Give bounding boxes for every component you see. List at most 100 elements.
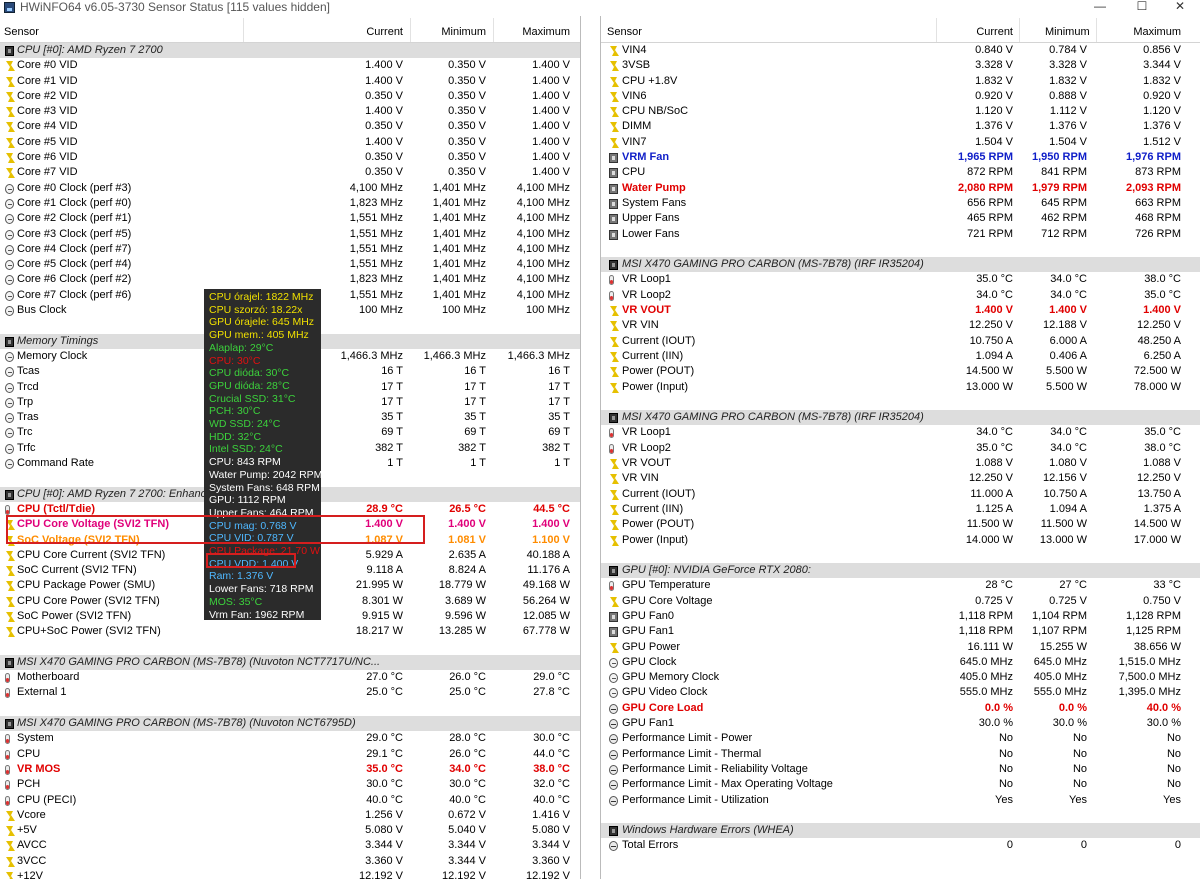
sensor-row-cpu[interactable]: CPU 29.1 °C 26.0 °C 44.0 °C bbox=[0, 747, 580, 762]
sensor-row-core-0-vid[interactable]: Core #0 VID 1.400 V 0.350 V 1.400 V bbox=[0, 58, 580, 73]
sensor-row-system[interactable]: System 29.0 °C 28.0 °C 30.0 °C bbox=[0, 731, 580, 746]
bolt-icon bbox=[5, 168, 15, 179]
sensor-row-vr-loop1[interactable]: VR Loop1 34.0 °C 34.0 °C 35.0 °C bbox=[601, 425, 1200, 440]
sensor-row-avcc[interactable]: AVCC 3.344 V 3.344 V 3.344 V bbox=[0, 838, 580, 853]
pane-splitter[interactable] bbox=[580, 16, 601, 879]
sensor-row-core-4-clock-perf-7[interactable]: Core #4 Clock (perf #7) 1,551 MHz 1,401 MH… bbox=[0, 242, 580, 257]
sensor-row-system-fans[interactable]: System Fans 656 RPM 645 RPM 663 RPM bbox=[601, 196, 1200, 211]
column-header-maximum[interactable]: Maximum bbox=[510, 26, 570, 38]
sensor-row-core-6-clock-perf-2[interactable]: Core #6 Clock (perf #2) 1,823 MHz 1,401 MH… bbox=[0, 272, 580, 287]
sensor-group-label: CPU [#0]: AMD Ryzen 7 2700 bbox=[17, 44, 163, 56]
column-header-current[interactable]: Current bbox=[971, 26, 1013, 38]
sensor-row-performance-limit-reliability-voltage[interactable]: Performance Limit - Reliability Voltage N… bbox=[601, 762, 1200, 777]
sensor-row-gpu-fan0[interactable]: GPU Fan0 1,118 RPM 1,104 RPM 1,128 RPM bbox=[601, 609, 1200, 624]
sensor-row-core-3-clock-perf-5[interactable]: Core #3 Clock (perf #5) 1,551 MHz 1,401 MH… bbox=[0, 227, 580, 242]
sensor-row-gpu-temperature[interactable]: GPU Temperature 28 °C 27 °C 33 °C bbox=[601, 578, 1200, 593]
minimum-value: No bbox=[1072, 762, 1087, 775]
sensor-row-current-iout[interactable]: Current (IOUT) 11.000 A 10.750 A 13.750 A bbox=[601, 487, 1200, 502]
sensor-group-header[interactable]: MSI X470 GAMING PRO CARBON (MS-7B78) (Nu… bbox=[0, 716, 580, 732]
sensor-row-cpu-1-8v[interactable]: CPU +1.8V 1.832 V 1.832 V 1.832 V bbox=[601, 74, 1200, 89]
sensor-row-vr-loop2[interactable]: VR Loop2 34.0 °C 34.0 °C 35.0 °C bbox=[601, 288, 1200, 303]
sensor-group-header[interactable]: CPU [#0]: AMD Ryzen 7 2700 bbox=[0, 43, 580, 59]
sensor-row-cpu-nb-soc[interactable]: CPU NB/SoC 1.120 V 1.112 V 1.120 V bbox=[601, 104, 1200, 119]
sensor-row-vrm-fan[interactable]: VRM Fan 1,965 RPM 1,950 RPM 1,976 RPM bbox=[601, 150, 1200, 165]
sensor-row-current-iout[interactable]: Current (IOUT) 10.750 A 6.000 A 48.250 A bbox=[601, 334, 1200, 349]
sensor-row-core-4-vid[interactable]: Core #4 VID 0.350 V 0.350 V 1.400 V bbox=[0, 119, 580, 134]
sensor-row-current-iin[interactable]: Current (IIN) 1.094 A 0.406 A 6.250 A bbox=[601, 349, 1200, 364]
sensor-group-header[interactable]: Windows Hardware Errors (WHEA) bbox=[601, 823, 1200, 839]
column-header-minimum[interactable]: Minimum bbox=[430, 26, 486, 38]
sensor-group-header[interactable]: MSI X470 GAMING PRO CARBON (MS-7B78) (IR… bbox=[601, 257, 1200, 273]
sensor-row-core-6-vid[interactable]: Core #6 VID 0.350 V 0.350 V 1.400 V bbox=[0, 150, 580, 165]
sensor-row-cpu-soc-power-svi2-tfn[interactable]: CPU+SoC Power (SVI2 TFN) 18.217 W 13.285 W… bbox=[0, 624, 580, 639]
sensor-row-vr-vin[interactable]: VR VIN 12.250 V 12.156 V 12.250 V bbox=[601, 471, 1200, 486]
sensor-row-vr-vout[interactable]: VR VOUT 1.088 V 1.080 V 1.088 V bbox=[601, 456, 1200, 471]
sensor-row-vin4[interactable]: VIN4 0.840 V 0.784 V 0.856 V bbox=[601, 43, 1200, 58]
sensor-row-vcore[interactable]: Vcore 1.256 V 0.672 V 1.416 V bbox=[0, 808, 580, 823]
sensor-group-header[interactable]: GPU [#0]: NVIDIA GeForce RTX 2080: bbox=[601, 563, 1200, 579]
sensor-row-vr-mos[interactable]: VR MOS 35.0 °C 34.0 °C 38.0 °C bbox=[0, 762, 580, 777]
sensor-row-gpu-core-load[interactable]: GPU Core Load 0.0 % 0.0 % 40.0 % bbox=[601, 701, 1200, 716]
sensor-row-total-errors[interactable]: Total Errors 0 0 0 bbox=[601, 838, 1200, 853]
sensor-row-3vcc[interactable]: 3VCC 3.360 V 3.344 V 3.360 V bbox=[0, 854, 580, 869]
sensor-row-core-1-vid[interactable]: Core #1 VID 1.400 V 0.350 V 1.400 V bbox=[0, 74, 580, 89]
sensor-row-3vsb[interactable]: 3VSB 3.328 V 3.328 V 3.344 V bbox=[601, 58, 1200, 73]
sensor-row-vin7[interactable]: VIN7 1.504 V 1.504 V 1.512 V bbox=[601, 135, 1200, 150]
sensor-row-gpu-fan1[interactable]: GPU Fan1 1,118 RPM 1,107 RPM 1,125 RPM bbox=[601, 624, 1200, 639]
sensor-label: Current (IIN) bbox=[622, 502, 684, 515]
sensor-row-performance-limit-thermal[interactable]: Performance Limit - Thermal No No No bbox=[601, 747, 1200, 762]
sensor-row-core-2-vid[interactable]: Core #2 VID 0.350 V 0.350 V 1.400 V bbox=[0, 89, 580, 104]
sensor-row-dimm[interactable]: DIMM 1.376 V 1.376 V 1.376 V bbox=[601, 119, 1200, 134]
clock-icon bbox=[5, 428, 14, 439]
sensor-pane-right[interactable]: Sensor Current Minimum Maximum VIN4 0.840… bbox=[601, 16, 1200, 879]
sensor-row-core-0-clock-perf-3[interactable]: Core #0 Clock (perf #3) 4,100 MHz 1,401 MH… bbox=[0, 181, 580, 196]
sensor-row-vin6[interactable]: VIN6 0.920 V 0.888 V 0.920 V bbox=[601, 89, 1200, 104]
column-header-sensor[interactable]: Sensor bbox=[4, 26, 39, 38]
sensor-row-performance-limit-max-operating-voltage[interactable]: Performance Limit - Max Operating Voltag… bbox=[601, 777, 1200, 792]
sensor-row-cpu-peci[interactable]: CPU (PECI) 40.0 °C 40.0 °C 40.0 °C bbox=[0, 793, 580, 808]
sensor-row-vr-vout[interactable]: VR VOUT 1.400 V 1.400 V 1.400 V bbox=[601, 303, 1200, 318]
sensor-row-performance-limit-utilization[interactable]: Performance Limit - Utilization Yes Yes Yes bbox=[601, 793, 1200, 808]
sensor-row-power-input[interactable]: Power (Input) 13.000 W 5.500 W 78.000 W bbox=[601, 380, 1200, 395]
sensor-row-core-2-clock-perf-1[interactable]: Core #2 Clock (perf #1) 1,551 MHz 1,401 MH… bbox=[0, 211, 580, 226]
close-button[interactable]: ✕ bbox=[1160, 0, 1200, 15]
sensor-row-water-pump[interactable]: Water Pump 2,080 RPM 1,979 RPM 2,093 RPM bbox=[601, 181, 1200, 196]
minimum-value: 27 °C bbox=[1059, 579, 1087, 592]
sensor-row-external-1[interactable]: External 1 25.0 °C 25.0 °C 27.8 °C bbox=[0, 685, 580, 700]
column-header-sensor[interactable]: Sensor bbox=[607, 26, 642, 38]
column-header-current[interactable]: Current bbox=[345, 26, 403, 38]
minimize-button[interactable]: — bbox=[1080, 0, 1120, 15]
sensor-row-motherboard[interactable]: Motherboard 27.0 °C 26.0 °C 29.0 °C bbox=[0, 670, 580, 685]
sensor-row-gpu-video-clock[interactable]: GPU Video Clock 555.0 MHz 555.0 MHz 1,395.0… bbox=[601, 685, 1200, 700]
sensor-row-upper-fans[interactable]: Upper Fans 465 RPM 462 RPM 468 RPM bbox=[601, 211, 1200, 226]
sensor-row-cpu[interactable]: CPU 872 RPM 841 RPM 873 RPM bbox=[601, 165, 1200, 180]
column-header-minimum[interactable]: Minimum bbox=[1045, 26, 1090, 38]
sensor-row-12v[interactable]: +12V 12.192 V 12.192 V 12.192 V bbox=[0, 869, 580, 879]
column-header-maximum[interactable]: Maximum bbox=[1131, 26, 1181, 38]
sensor-row-core-5-vid[interactable]: Core #5 VID 1.400 V 0.350 V 1.400 V bbox=[0, 135, 580, 150]
sensor-row-pch[interactable]: PCH 30.0 °C 30.0 °C 32.0 °C bbox=[0, 777, 580, 792]
chip-icon bbox=[609, 566, 618, 577]
sensor-row-gpu-fan1[interactable]: GPU Fan1 30.0 % 30.0 % 30.0 % bbox=[601, 716, 1200, 731]
sensor-row-core-1-clock-perf-0[interactable]: Core #1 Clock (perf #0) 1,823 MHz 1,401 MH… bbox=[0, 196, 580, 211]
sensor-row-current-iin[interactable]: Current (IIN) 1.125 A 1.094 A 1.375 A bbox=[601, 502, 1200, 517]
sensor-group-header[interactable]: MSI X470 GAMING PRO CARBON (MS-7B78) (Nu… bbox=[0, 654, 580, 671]
sensor-group-header[interactable]: MSI X470 GAMING PRO CARBON (MS-7B78) (IR… bbox=[601, 410, 1200, 426]
sensor-row-core-3-vid[interactable]: Core #3 VID 1.400 V 0.350 V 1.400 V bbox=[0, 104, 580, 119]
sensor-row-power-pout[interactable]: Power (POUT) 11.500 W 11.500 W 14.500 W bbox=[601, 517, 1200, 532]
sensor-row-gpu-core-voltage[interactable]: GPU Core Voltage 0.725 V 0.725 V 0.750 V bbox=[601, 594, 1200, 609]
maximize-button[interactable]: ☐ bbox=[1122, 0, 1162, 15]
sensor-row-vr-loop1[interactable]: VR Loop1 35.0 °C 34.0 °C 38.0 °C bbox=[601, 272, 1200, 287]
sensor-row-gpu-memory-clock[interactable]: GPU Memory Clock 405.0 MHz 405.0 MHz 7,500.… bbox=[601, 670, 1200, 685]
sensor-row-gpu-clock[interactable]: GPU Clock 645.0 MHz 645.0 MHz 1,515.0 MHz bbox=[601, 655, 1200, 670]
sensor-row-gpu-power[interactable]: GPU Power 16.111 W 15.255 W 38.656 W bbox=[601, 640, 1200, 655]
sensor-row-core-7-vid[interactable]: Core #7 VID 0.350 V 0.350 V 1.400 V bbox=[0, 165, 580, 180]
sensor-row-core-5-clock-perf-4[interactable]: Core #5 Clock (perf #4) 1,551 MHz 1,401 MH… bbox=[0, 257, 580, 272]
sensor-row-power-pout[interactable]: Power (POUT) 14.500 W 5.500 W 72.500 W bbox=[601, 364, 1200, 379]
sensor-row-performance-limit-power[interactable]: Performance Limit - Power No No No bbox=[601, 731, 1200, 746]
sensor-row-5v[interactable]: +5V 5.080 V 5.040 V 5.080 V bbox=[0, 823, 580, 838]
sensor-row-vr-vin[interactable]: VR VIN 12.250 V 12.188 V 12.250 V bbox=[601, 318, 1200, 333]
sensor-row-lower-fans[interactable]: Lower Fans 721 RPM 712 RPM 726 RPM bbox=[601, 227, 1200, 242]
sensor-row-vr-loop2[interactable]: VR Loop2 35.0 °C 34.0 °C 38.0 °C bbox=[601, 441, 1200, 456]
sensor-row-power-input[interactable]: Power (Input) 14.000 W 13.000 W 17.000 W bbox=[601, 533, 1200, 548]
